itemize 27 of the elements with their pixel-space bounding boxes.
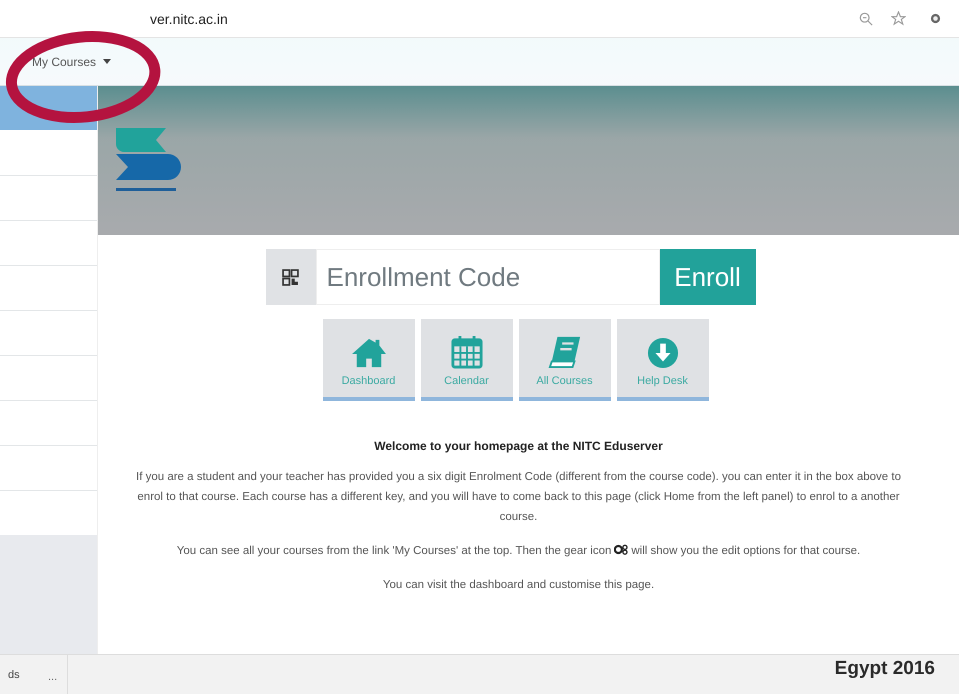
gear-icon <box>614 544 628 555</box>
calendar-icon <box>450 335 482 369</box>
enroll-button[interactable]: Enroll <box>660 249 756 305</box>
caption-text: Egypt 2016 <box>834 658 935 680</box>
book-icon <box>548 335 582 369</box>
shortcut-tile[interactable]: Help Desk <box>616 319 708 401</box>
star-icon[interactable] <box>891 11 906 26</box>
enrolment-paragraph: If you are a student and your teacher has provided you a six digit Enrolment Code (different from the course code). you can enter it in the box above to enrol to that course. Each course has a different key, and you will have to come back to this page (click Home from the left panel) to enrol to a another course. <box>135 470 902 525</box>
welcome-heading: Welcome to your homepage at the NITC Eduserver <box>374 439 663 453</box>
my-courses-menu[interactable]: My Courses <box>32 54 112 68</box>
more-button[interactable]: ... <box>38 655 68 694</box>
extension-icon[interactable] <box>930 13 941 24</box>
qr-code-button[interactable] <box>266 249 316 305</box>
edit-options-text: will show you the edit options for that course. <box>631 545 860 557</box>
house-icon <box>350 337 388 369</box>
enrollment-code-field[interactable]: Enrollment Code <box>316 249 660 305</box>
zoom-icon[interactable] <box>859 12 873 26</box>
qr-code-icon <box>282 268 299 286</box>
shortcut-tile[interactable]: Calendar <box>420 319 512 401</box>
url-text: ver.nitc.ac.in <box>150 10 229 26</box>
dashboard-paragraph: You can visit the dashboard and customise this page. <box>382 578 654 593</box>
courses-text: You can see all your courses from the link 'My Courses' at the top. Then the gear icon <box>176 545 612 557</box>
shortcut-tile[interactable]: Dashboard <box>322 319 414 401</box>
caret-icon <box>103 59 112 64</box>
download-item[interactable]: ds <box>0 668 38 680</box>
download-icon <box>646 337 678 369</box>
shortcut-tile[interactable]: All Courses <box>518 319 610 401</box>
